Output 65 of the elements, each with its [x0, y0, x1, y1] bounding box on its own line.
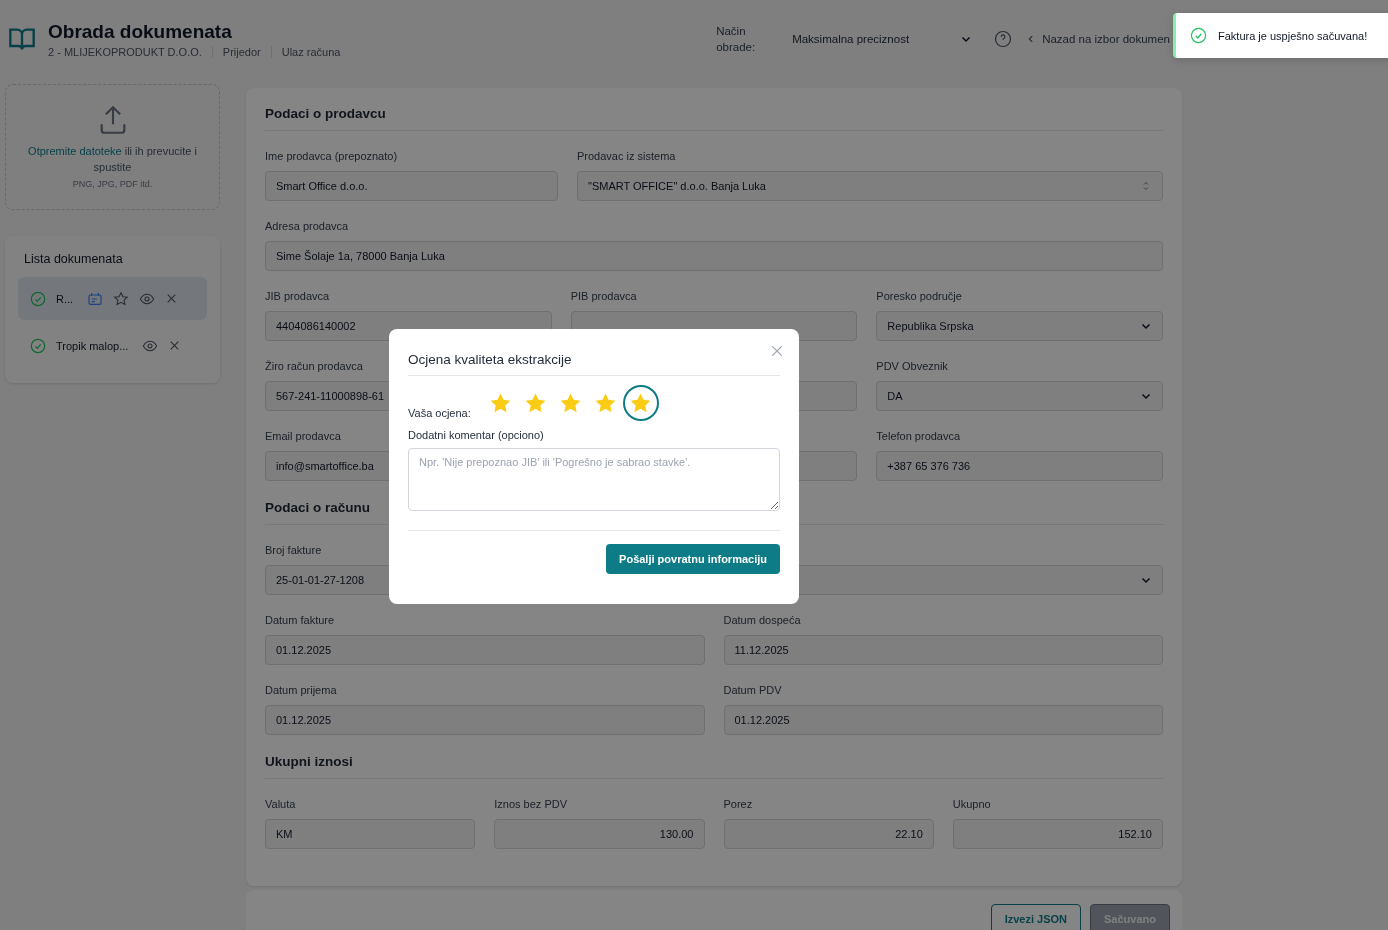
- document-name: Tropik malop...: [56, 339, 129, 352]
- back-link[interactable]: Nazad na izbor dokumen: [1026, 33, 1170, 45]
- upload-dropzone[interactable]: Otpremite datoteke ili ih prevucite i spustite PNG, JPG, PDF itd.: [5, 84, 220, 210]
- check-circle-icon: [1190, 27, 1207, 44]
- document-item[interactable]: Tropik malop...: [18, 324, 207, 367]
- breadcrumb: Prijedor: [211, 45, 271, 58]
- field-label: Porez: [723, 798, 753, 812]
- comment-label: Dodatni komentar (opciono): [408, 429, 545, 441]
- field-label: Iznos bez PDV: [494, 798, 567, 812]
- dialog-title: Ocjena kvaliteta ekstrakcije: [408, 352, 780, 376]
- select-field[interactable]: Republika Srpska: [876, 311, 1163, 341]
- upload-link[interactable]: Otpremite datoteke: [28, 145, 122, 157]
- document-item[interactable]: R...: [18, 277, 207, 320]
- comment-field[interactable]: Npr. 'Nije prepoznao JIB' ili 'Pogrešno je sabrao stavke'.: [408, 448, 780, 511]
- field-label: Ime prodavca (prepoznato): [265, 150, 398, 164]
- list-title: Lista dokumenata: [24, 252, 124, 266]
- field-label: Poresko područje: [876, 290, 962, 304]
- field-label: Ukupno: [952, 798, 991, 812]
- rating-label: Vaša ocjena:: [408, 407, 471, 419]
- field-label: Email prodavca: [265, 430, 341, 444]
- export-button[interactable]: Izvezi JSON: [990, 904, 1082, 930]
- close-button[interactable]: [769, 343, 785, 359]
- breadcrumb: 2 - MLIJEKOPRODUKT D.O.O.: [48, 45, 203, 58]
- field-label: Žiro račun prodavca: [265, 360, 363, 374]
- field-label: PIB prodavca: [570, 290, 637, 304]
- input-field[interactable]: +387 65 376 736: [876, 451, 1163, 481]
- section-title: Podaci o prodavcu: [265, 106, 1163, 131]
- field-label: Adresa prodavca: [265, 220, 349, 234]
- input-field[interactable]: 01.12.2025: [265, 705, 705, 735]
- field-label: Broj fakture: [265, 544, 322, 558]
- input-field[interactable]: 22.10: [723, 819, 934, 849]
- page-title: Obrada dokumenata: [48, 20, 233, 43]
- toast-message: Faktura je uspješno sačuvana!: [1218, 29, 1368, 42]
- book-icon: [8, 26, 36, 52]
- select-field[interactable]: "SMART OFFICE" d.o.o. Banja Luka: [577, 171, 1163, 201]
- field-label: Valuta: [265, 798, 296, 812]
- upload-text: Otpremite datoteke ili ih prevucite i spustite: [27, 144, 198, 175]
- field-label: Datum fakture: [265, 614, 335, 628]
- input-field[interactable]: 130.00: [494, 819, 705, 849]
- input-field[interactable]: KM: [265, 819, 476, 849]
- input-field[interactable]: 11.12.2025: [723, 635, 1163, 665]
- input-field[interactable]: 01.12.2025: [723, 705, 1163, 735]
- input-field[interactable]: Sime Šolaje 1a, 78000 Banja Luka: [265, 241, 1163, 271]
- input-field[interactable]: 01.12.2025: [265, 635, 705, 665]
- input-field[interactable]: Smart Office d.o.o.: [265, 171, 558, 201]
- check-circle-icon: [30, 290, 46, 307]
- field-label: Datum prijema: [265, 684, 337, 698]
- field-label: PDV Obveznik: [876, 360, 948, 374]
- section-title: Ukupni iznosi: [265, 754, 1163, 779]
- submit-button[interactable]: Pošalji povratnu informaciju: [606, 544, 780, 574]
- help-icon[interactable]: [994, 30, 1013, 48]
- input-field[interactable]: 152.10: [952, 819, 1163, 849]
- field-label: Datum dospeća: [723, 614, 801, 628]
- document-name: R...: [56, 292, 74, 305]
- select-field[interactable]: DA: [876, 381, 1163, 411]
- mode-label: Način obrade:: [716, 24, 757, 55]
- upload-hint: PNG, JPG, PDF itd.: [72, 179, 153, 189]
- star-icon[interactable]: [113, 290, 130, 307]
- field-label: Prodavac iz sistema: [577, 150, 676, 164]
- breadcrumb: Ulaz računa: [270, 45, 351, 58]
- check-circle-icon: [30, 337, 46, 354]
- field-label: JIB prodavca: [265, 290, 330, 304]
- field-label: Telefon prodavca: [876, 430, 961, 444]
- field-label: Datum PDV: [723, 684, 782, 698]
- star-button[interactable]: [624, 387, 657, 419]
